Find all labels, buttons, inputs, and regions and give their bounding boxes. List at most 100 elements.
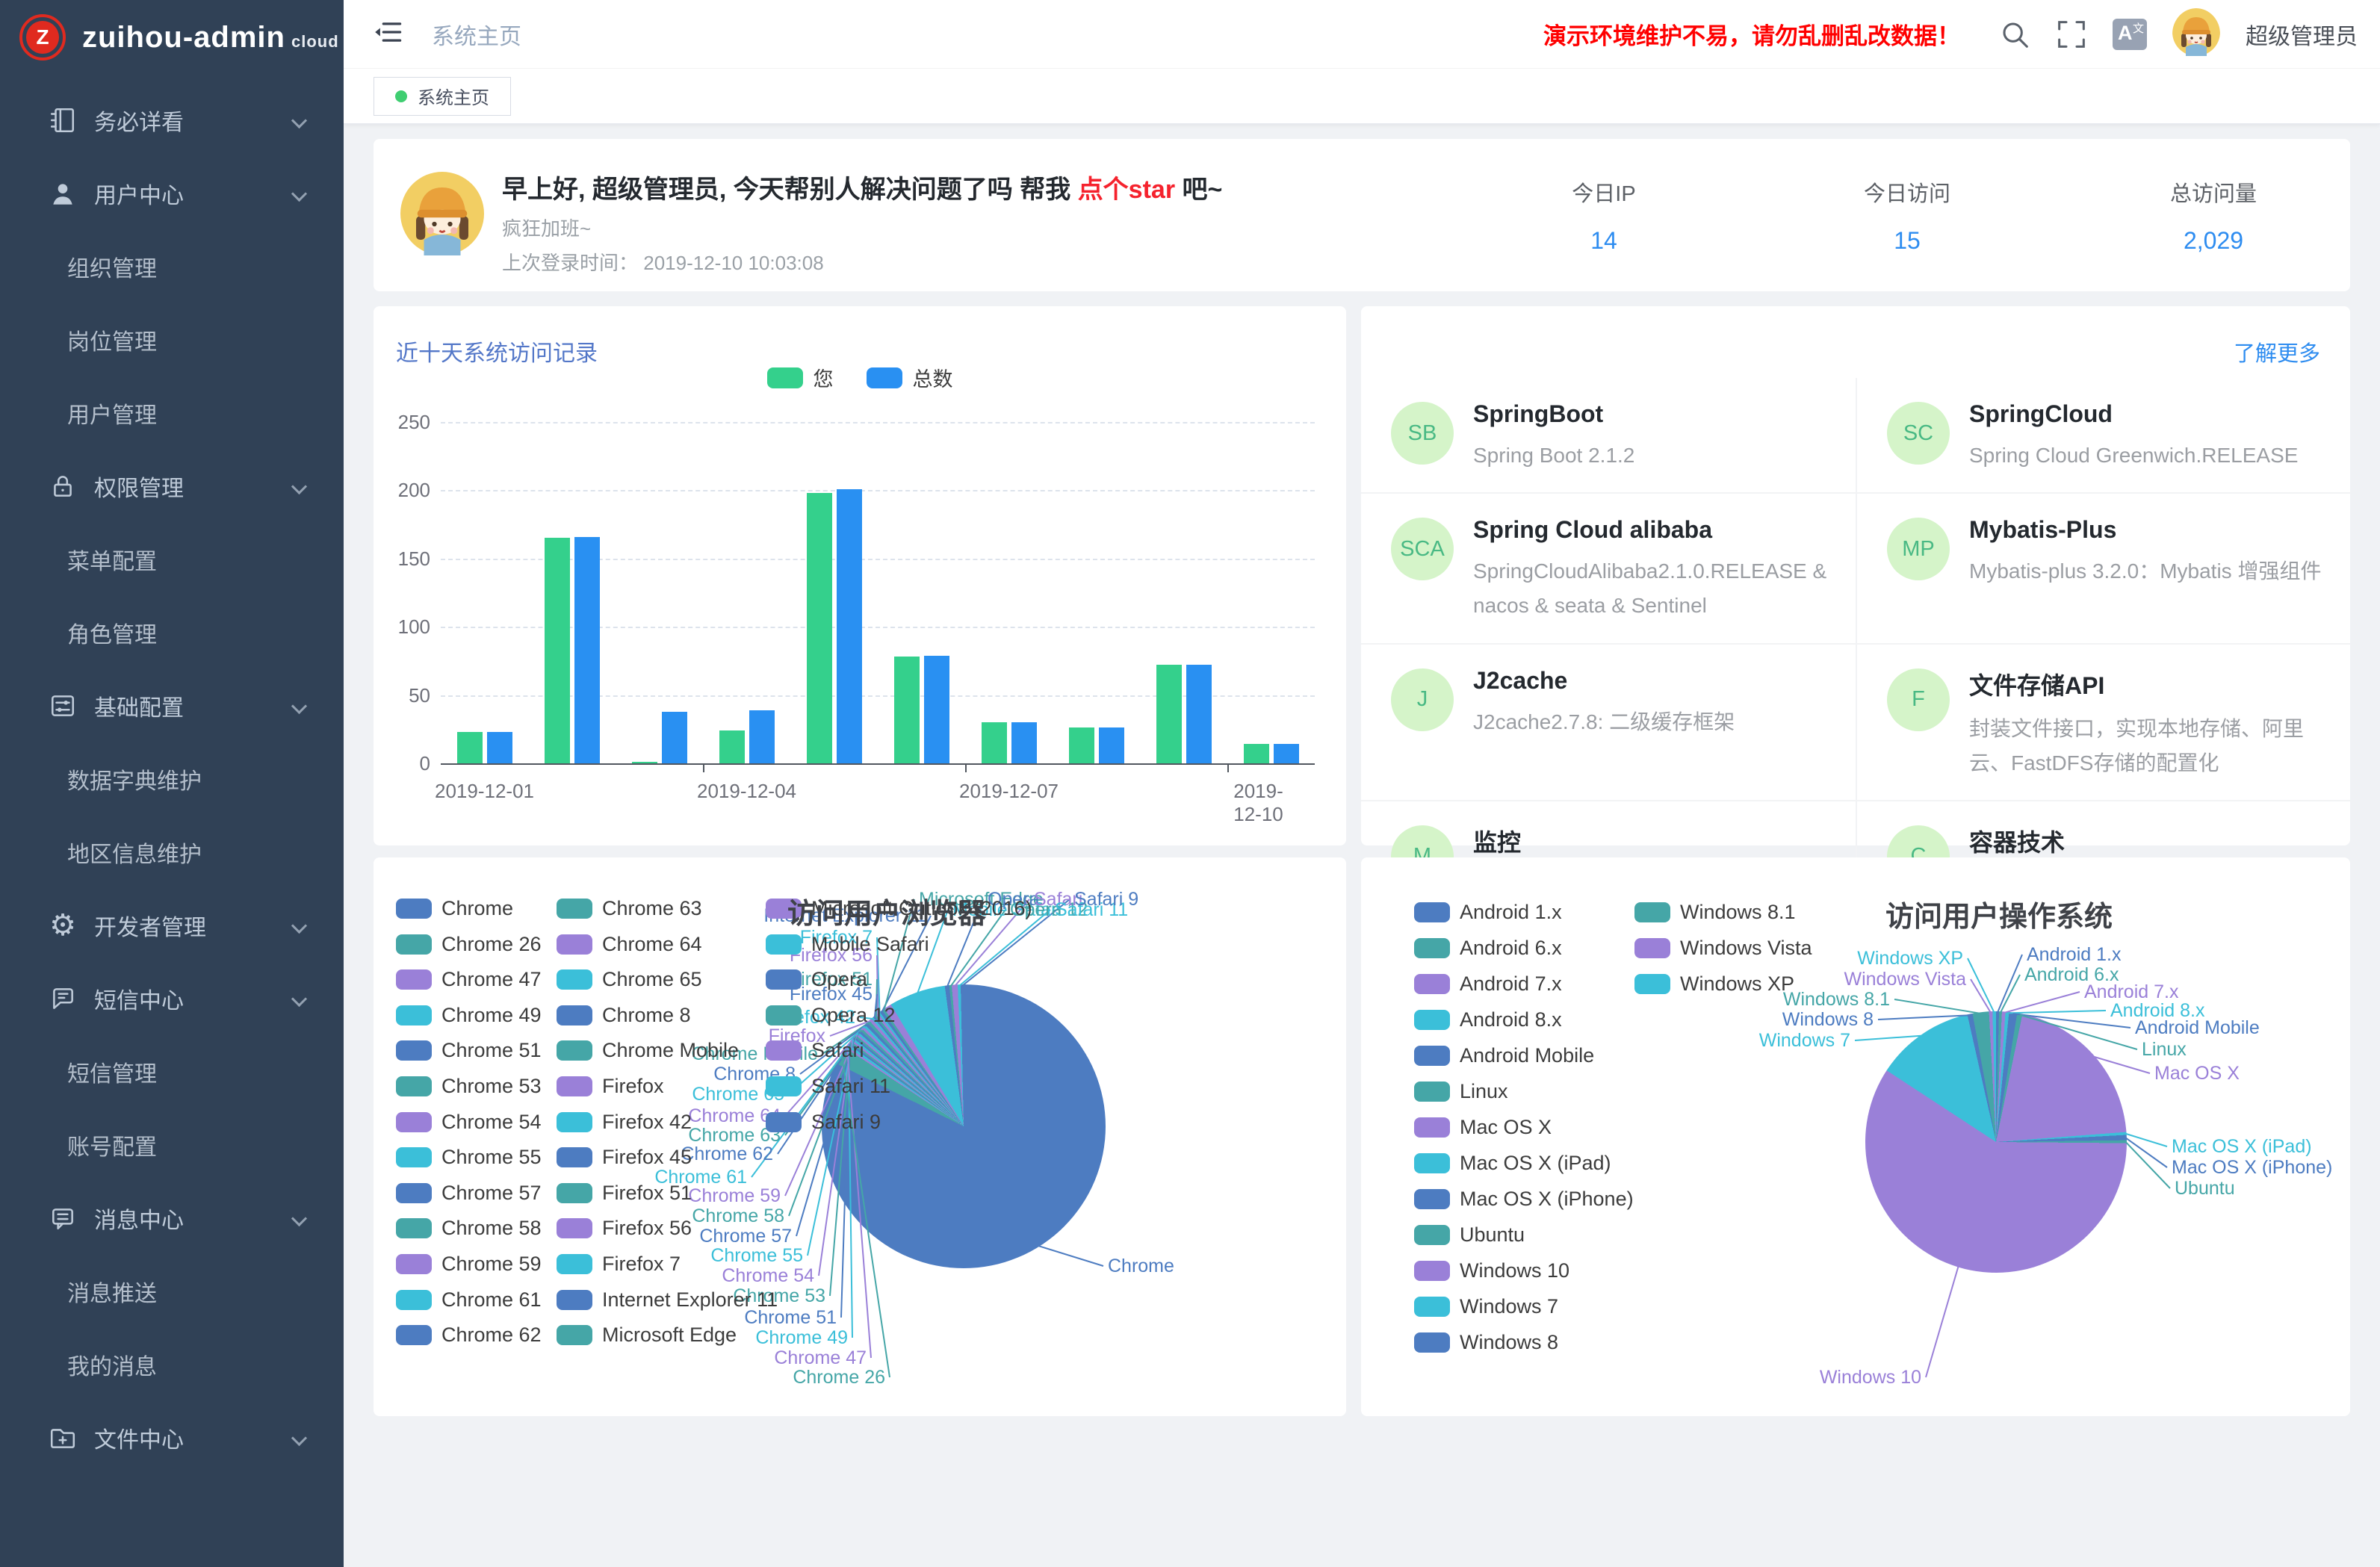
learn-more-link[interactable]: 了解更多: [2234, 336, 2320, 367]
greeting-avatar: [400, 172, 484, 259]
legend-item-Chrome 65[interactable]: Chrome 65: [557, 968, 702, 991]
legend-item-Opera 12[interactable]: Opera 12: [766, 1004, 896, 1027]
legend-item-Android 1.x[interactable]: Android 1.x: [1414, 901, 1562, 924]
legend-item-Chrome 49[interactable]: Chrome 49: [396, 1004, 542, 1027]
legend-item-Firefox 45[interactable]: Firefox 45: [557, 1146, 692, 1169]
breadcrumb[interactable]: 系统主页: [432, 18, 521, 51]
pie-callout-Chrome 54: Chrome 54: [722, 1265, 814, 1287]
legend-item-Mac OS X[interactable]: Mac OS X: [1414, 1116, 1552, 1139]
legend-item-Firefox 51[interactable]: Firefox 51: [557, 1182, 692, 1205]
legend-item-Mobile Safari[interactable]: Mobile Safari: [766, 933, 929, 956]
sidebar-item-用户管理[interactable]: 用户管理: [0, 376, 344, 450]
legend-item-Android 6.x[interactable]: Android 6.x: [1414, 937, 1562, 960]
y-axis-tick: 200: [374, 479, 430, 502]
legend-item-Chrome 26[interactable]: Chrome 26: [396, 933, 542, 956]
legend-item-Firefox 42[interactable]: Firefox 42: [557, 1111, 692, 1134]
legend-item-Mac OS X (iPad)[interactable]: Mac OS X (iPad): [1414, 1152, 1611, 1175]
username-label[interactable]: 超级管理员: [2246, 18, 2358, 51]
visits-bar-chart-card[interactable]: 近十天系统访问记录 您总数 0501001502002502019-12-012…: [374, 306, 1346, 845]
legend-item-Internet Explorer 11[interactable]: Internet Explorer 11: [557, 1288, 778, 1312]
legend-item-Chrome 57[interactable]: Chrome 57: [396, 1182, 542, 1205]
legend-item-您[interactable]: 您: [767, 363, 834, 392]
sidebar-item-短信中心[interactable]: 短信中心: [0, 962, 344, 1035]
sidebar-item-务必详看[interactable]: 务必详看: [0, 84, 344, 157]
star-link[interactable]: 点个star: [1078, 176, 1175, 204]
legend-item-Safari[interactable]: Safari: [766, 1039, 864, 1062]
legend-item-Safari 9[interactable]: Safari 9: [766, 1111, 881, 1134]
sidebar-item-数据字典维护[interactable]: 数据字典维护: [0, 742, 344, 816]
legend-item-Windows 10[interactable]: Windows 10: [1414, 1259, 1569, 1282]
legend-item-Chrome Mobile[interactable]: Chrome Mobile: [557, 1039, 739, 1062]
sidebar-item-我的消息[interactable]: 我的消息: [0, 1328, 344, 1401]
legend-item-Chrome 54[interactable]: Chrome 54: [396, 1111, 542, 1134]
legend-item-Chrome 47[interactable]: Chrome 47: [396, 968, 542, 991]
sidebar-item-消息推送[interactable]: 消息推送: [0, 1255, 344, 1328]
legend-item-Chrome 59[interactable]: Chrome 59: [396, 1253, 542, 1276]
legend-item-Windows XP[interactable]: Windows XP: [1634, 972, 1794, 996]
legend-item-Mac OS X (iPhone)[interactable]: Mac OS X (iPhone): [1414, 1188, 1634, 1211]
legend-item-Android 7.x[interactable]: Android 7.x: [1414, 972, 1562, 996]
legend-item-总数[interactable]: 总数: [867, 363, 953, 392]
user-avatar[interactable]: [2172, 8, 2220, 60]
legend-item-Android 8.x[interactable]: Android 8.x: [1414, 1008, 1562, 1031]
legend-item-Chrome 61[interactable]: Chrome 61: [396, 1288, 542, 1312]
legend-item-Windows Vista[interactable]: Windows Vista: [1634, 937, 1812, 960]
tab-home[interactable]: 系统主页: [374, 77, 511, 116]
os-pie-chart-card[interactable]: 访问用户操作系统 Android 1.x Android 6.x Android…: [1361, 857, 2350, 1416]
logo-z-icon: Z: [19, 14, 66, 60]
sidebar-item-角色管理[interactable]: 角色管理: [0, 596, 344, 669]
sidebar-item-用户中心[interactable]: 用户中心: [0, 157, 344, 230]
legend-swatch: [557, 1076, 592, 1096]
legend-item-Windows 8.1[interactable]: Windows 8.1: [1634, 901, 1796, 924]
legend-item-Chrome 64[interactable]: Chrome 64: [557, 933, 702, 956]
legend-item-Chrome 51[interactable]: Chrome 51: [396, 1039, 542, 1062]
sidebar-collapse-icon[interactable]: [374, 17, 403, 51]
sidebar-item-账号配置[interactable]: 账号配置: [0, 1108, 344, 1182]
language-switch-icon[interactable]: A文: [2113, 19, 2147, 50]
app-logo[interactable]: Z zuihou-admincloud: [0, 0, 344, 75]
legend-swatch: [1414, 1261, 1450, 1281]
legend-item-Windows 8[interactable]: Windows 8: [1414, 1331, 1558, 1354]
legend-swatch: [557, 1183, 592, 1203]
legend-item-Firefox[interactable]: Firefox: [557, 1075, 664, 1098]
browser-pie-chart-card[interactable]: 访问用户浏览器 Chrome Chrome 26 Chrome 47 Chrom…: [374, 857, 1346, 1416]
legend-item-Chrome 53[interactable]: Chrome 53: [396, 1075, 542, 1098]
sidebar-item-组织管理[interactable]: 组织管理: [0, 230, 344, 303]
legend-item-Microsoft Edge[interactable]: Microsoft Edge: [557, 1324, 737, 1347]
legend-item-Chrome[interactable]: Chrome: [396, 897, 513, 920]
legend-item-Chrome 8[interactable]: Chrome 8: [557, 1004, 691, 1027]
fullscreen-icon[interactable]: [2056, 19, 2087, 50]
sidebar-item-短信管理[interactable]: 短信管理: [0, 1035, 344, 1108]
legend-item-Firefox 7[interactable]: Firefox 7: [557, 1253, 681, 1276]
sidebar-item-文件中心[interactable]: 文件中心: [0, 1401, 344, 1474]
legend-item-Windows 7[interactable]: Windows 7: [1414, 1295, 1558, 1318]
tech-desc: 封装文件接口，实现本地存储、阿里云、FastDFS存储的配置化: [1969, 712, 2328, 781]
legend-item-Opera[interactable]: Opera: [766, 968, 867, 991]
legend-swatch: [396, 1112, 432, 1132]
sidebar-item-菜单配置[interactable]: 菜单配置: [0, 523, 344, 596]
legend-item-Safari 11[interactable]: Safari 11: [766, 1075, 890, 1098]
sidebar-item-基础配置[interactable]: 基础配置: [0, 669, 344, 742]
pie-chart[interactable]: [1865, 1011, 2127, 1273]
legend-item-Linux[interactable]: Linux: [1414, 1080, 1508, 1103]
tech-card-Spring Cloud alibaba: SCA Spring Cloud alibaba SpringCloudAlib…: [1361, 494, 1856, 642]
sidebar-item-岗位管理[interactable]: 岗位管理: [0, 303, 344, 376]
legend-item-Firefox 56[interactable]: Firefox 56: [557, 1217, 692, 1240]
y-axis-tick: 250: [374, 411, 430, 434]
legend-item-Chrome 55[interactable]: Chrome 55: [396, 1146, 542, 1169]
main-content: 早上好, 超级管理员, 今天帮别人解决问题了吗 帮我 点个star 吧~ 疯狂加…: [344, 124, 2380, 1567]
legend-item-Ubuntu[interactable]: Ubuntu: [1414, 1223, 1525, 1247]
legend-item-Android Mobile[interactable]: Android Mobile: [1414, 1044, 1594, 1067]
legend-item-Chrome 63[interactable]: Chrome 63: [557, 897, 702, 920]
bar-您-2019-12-09: [1156, 665, 1182, 763]
sidebar-item-开发者管理[interactable]: ⚙开发者管理: [0, 889, 344, 962]
legend-swatch: [396, 1218, 432, 1238]
sidebar-item-权限管理[interactable]: 权限管理: [0, 450, 344, 523]
y-axis-tick: 0: [374, 752, 430, 775]
legend-item-Chrome 62[interactable]: Chrome 62: [396, 1324, 542, 1347]
sidebar-item-消息中心[interactable]: 消息中心: [0, 1182, 344, 1255]
legend-item-Chrome 58[interactable]: Chrome 58: [396, 1217, 542, 1240]
search-icon[interactable]: [1999, 19, 2030, 50]
sidebar-item-label: 短信中心: [94, 982, 184, 1015]
sidebar-item-地区信息维护[interactable]: 地区信息维护: [0, 816, 344, 889]
